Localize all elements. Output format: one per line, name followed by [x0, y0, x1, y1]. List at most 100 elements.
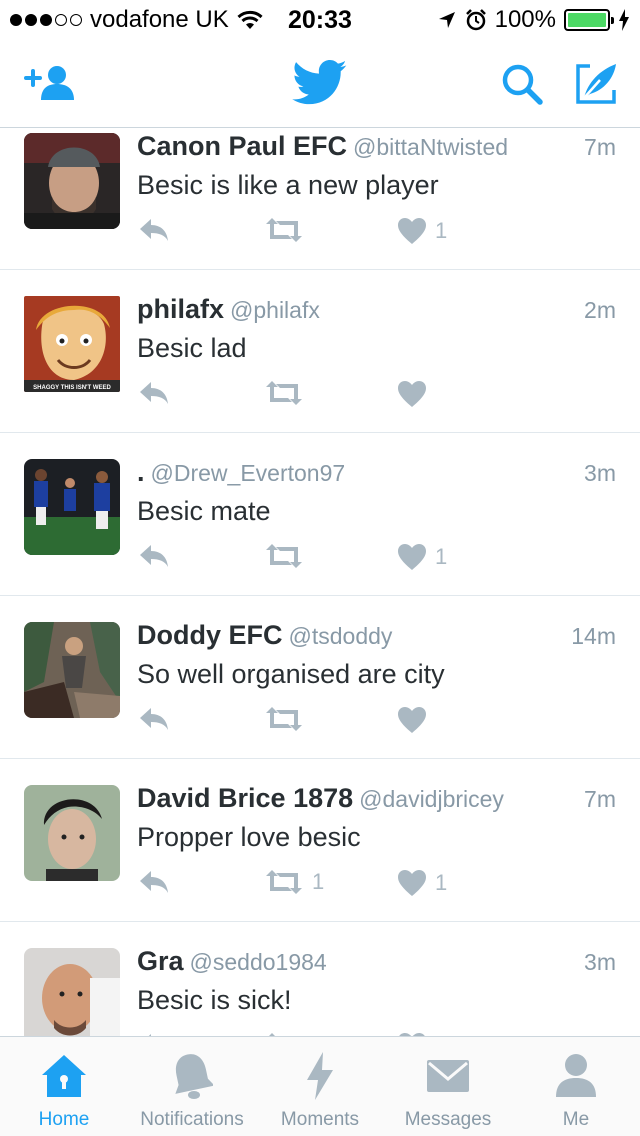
- tweet-header: Doddy EFC @tsdoddy 14m: [137, 620, 616, 654]
- tweet-text: Besic is like a new player: [137, 170, 439, 200]
- reply-button[interactable]: [137, 380, 171, 406]
- like-count: 1: [435, 544, 448, 569]
- tweet-actions: 1: [137, 543, 597, 579]
- battery-icon: [564, 9, 614, 31]
- tweet[interactable]: SHAGGY THIS ISN'T WEED philafx @philafx 2…: [0, 270, 640, 433]
- tweet-author-handle[interactable]: @davidjbricey: [359, 786, 504, 812]
- heart-icon: [398, 381, 426, 407]
- tweet-author-handle[interactable]: @Drew_Everton97: [151, 460, 346, 486]
- tweet[interactable]: David Brice 1878 @davidjbricey 7m Propper…: [0, 759, 640, 922]
- retweet-icon: [266, 870, 302, 894]
- retweet-button[interactable]: [264, 217, 312, 243]
- tweet-actions: 1: [137, 217, 597, 253]
- tweet-author-name[interactable]: .: [137, 457, 145, 487]
- heart-icon: [398, 544, 426, 570]
- tab-moments[interactable]: Moments: [256, 1051, 384, 1131]
- reply-button[interactable]: [137, 706, 171, 732]
- carrier-name: vodafone UK: [90, 6, 229, 33]
- avatar[interactable]: [24, 622, 120, 718]
- signal-strength-icon: [10, 14, 82, 26]
- twitter-bird-icon[interactable]: [292, 60, 348, 106]
- retweet-button[interactable]: [264, 706, 312, 732]
- retweet-icon: [266, 707, 302, 731]
- bell-icon: [175, 1054, 213, 1099]
- home-icon: [42, 1055, 86, 1097]
- tab-home[interactable]: Home: [0, 1051, 128, 1131]
- status-right: 100%: [437, 6, 630, 34]
- tweet-author-handle[interactable]: @bittaNtwisted: [353, 134, 508, 160]
- reply-button[interactable]: [137, 869, 171, 895]
- avatar[interactable]: [24, 133, 120, 229]
- avatar-caption: SHAGGY THIS ISN'T WEED: [33, 385, 111, 391]
- reply-button[interactable]: [137, 217, 171, 243]
- tab-notifications[interactable]: Notifications: [128, 1051, 256, 1131]
- tweet-timestamp: 3m: [584, 949, 616, 975]
- tweet-actions: [137, 380, 597, 416]
- tweet-actions: [137, 706, 597, 742]
- tweet-author-handle[interactable]: @seddo1984: [190, 949, 327, 975]
- person-icon: [556, 1054, 596, 1097]
- location-arrow-icon: [438, 12, 455, 28]
- tweet-header: Gra @seddo1984 3m: [137, 946, 616, 980]
- heart-icon: [398, 218, 426, 244]
- retweet-button[interactable]: 1: [264, 869, 324, 895]
- like-button[interactable]: 1: [397, 217, 447, 245]
- tweet[interactable]: Gra@seddo1984 3m Besic is sick! 5: [0, 922, 640, 1036]
- avatar[interactable]: [24, 948, 120, 1036]
- tweet[interactable]: . @Drew_Everton97 3m Besic mate 1: [0, 433, 640, 596]
- avatar[interactable]: SHAGGY THIS ISN'T WEED: [24, 296, 120, 392]
- like-button[interactable]: 1: [397, 543, 447, 571]
- tweet[interactable]: Doddy EFC @tsdoddy 14m So well organised …: [0, 596, 640, 759]
- tweet-timestamp: 7m: [584, 786, 616, 812]
- tweet-author-handle[interactable]: @tsdoddy: [289, 623, 393, 649]
- like-button[interactable]: [397, 706, 435, 734]
- tab-label: Notifications: [140, 1109, 244, 1130]
- tweet-author-name[interactable]: philafx: [137, 294, 224, 324]
- tweet-timestamp: 14m: [571, 623, 616, 649]
- reply-button[interactable]: [137, 543, 171, 569]
- tweet[interactable]: Canon Paul EFC @bittaNtwisted 7m Besic is…: [0, 129, 640, 270]
- like-count: 1: [435, 218, 448, 243]
- tweet-header: David Brice 1878 @davidjbricey 7m: [137, 783, 616, 817]
- like-button[interactable]: 1: [397, 869, 447, 897]
- tweet-text: Besic mate: [137, 496, 271, 526]
- reply-icon: [140, 708, 168, 730]
- tab-label: Home: [38, 1109, 90, 1130]
- tweet-author-name[interactable]: Doddy EFC: [137, 620, 283, 650]
- tab-label: Messages: [404, 1109, 492, 1130]
- top-nav-bar: [0, 40, 640, 128]
- status-left: vodafone UK: [10, 6, 263, 34]
- battery-percent: 100%: [494, 6, 556, 33]
- retweet-button[interactable]: [264, 543, 312, 569]
- avatar[interactable]: [24, 785, 120, 881]
- tweet-author-name[interactable]: Gra: [137, 946, 184, 976]
- tab-messages[interactable]: Messages: [384, 1051, 512, 1131]
- tweet-timestamp: 3m: [584, 460, 616, 486]
- tweet-author-name[interactable]: Canon Paul EFC: [137, 131, 347, 161]
- compose-tweet-icon[interactable]: [574, 62, 618, 106]
- charging-bolt-icon: [619, 9, 629, 31]
- add-user-icon[interactable]: [24, 64, 76, 102]
- retweet-icon: [266, 381, 302, 405]
- tweet-text: Besic is sick!: [137, 985, 292, 1015]
- tweet-header: Canon Paul EFC @bittaNtwisted 7m: [137, 131, 616, 165]
- heart-icon: [398, 870, 426, 896]
- search-icon[interactable]: [500, 62, 544, 106]
- reply-icon: [140, 545, 168, 567]
- like-button[interactable]: [397, 380, 435, 408]
- reply-icon: [140, 871, 168, 893]
- avatar[interactable]: [24, 459, 120, 555]
- tweet-text: Besic lad: [137, 333, 247, 363]
- tab-me[interactable]: Me: [512, 1051, 640, 1131]
- status-bar: vodafone UK 20:33 100%: [0, 0, 640, 40]
- tweet-author-handle[interactable]: @philafx: [230, 297, 320, 323]
- timeline-feed[interactable]: Canon Paul EFC @bittaNtwisted 7m Besic is…: [0, 129, 640, 1036]
- tweet-actions: 1 1: [137, 869, 597, 905]
- tweet-author-name[interactable]: David Brice 1878: [137, 783, 353, 813]
- tweet-text: Propper love besic: [137, 822, 361, 852]
- retweet-button[interactable]: [264, 380, 312, 406]
- tweet-timestamp: 2m: [584, 297, 616, 323]
- bottom-tab-bar: Home Notifications Moments Messages Me: [0, 1036, 640, 1136]
- lightning-icon: [307, 1052, 333, 1100]
- tweet-header: philafx @philafx 2m: [137, 294, 616, 328]
